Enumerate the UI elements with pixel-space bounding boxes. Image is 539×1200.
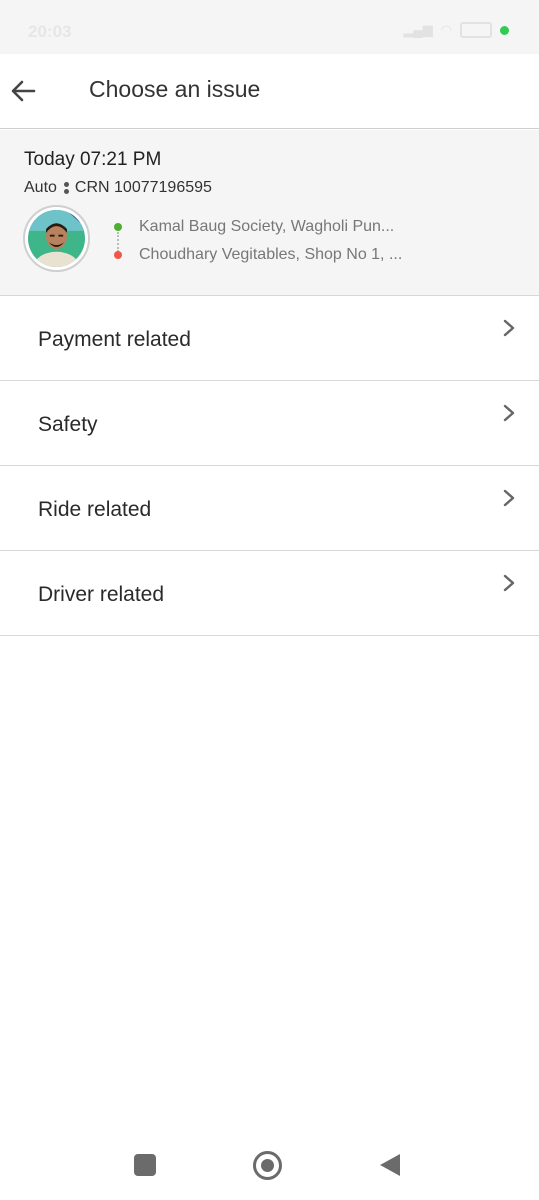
ride-summary-card: Today 07:21 PM Auto CRN 10077196595 Kama…: [0, 130, 539, 296]
recents-button[interactable]: [134, 1154, 156, 1176]
issue-label: Ride related: [38, 498, 152, 521]
issue-item-safety[interactable]: Safety: [0, 381, 539, 466]
system-nav-bar: [0, 1130, 539, 1200]
issue-item-payment[interactable]: Payment related: [0, 296, 539, 381]
status-bar: 20:03 ▂▄▆ ◠: [0, 0, 539, 54]
drop-location: Choudhary Vegitables, Shop No 1, ...: [112, 241, 402, 269]
drop-address: Choudhary Vegitables, Shop No 1, ...: [139, 246, 403, 263]
status-icons: ▂▄▆ ◠: [403, 22, 509, 38]
status-dot: [500, 25, 509, 35]
back-button[interactable]: [6, 74, 40, 108]
page-title: Choose an issue: [89, 76, 261, 102]
battery-icon: [460, 22, 492, 38]
crn-number: CRN 10077196595: [74, 179, 212, 196]
home-icon: [261, 1159, 274, 1172]
vehicle-type: Auto: [24, 179, 57, 196]
home-button[interactable]: [253, 1151, 282, 1180]
chevron-right-icon: [503, 404, 515, 422]
chevron-right-icon: [503, 319, 515, 337]
pickup-address: Kamal Baug Society, Wagholi Pun...: [139, 218, 395, 235]
status-time: 20:03: [28, 22, 72, 41]
signal-icon: ▂▄▆: [403, 22, 433, 37]
separator-dots: [63, 182, 69, 194]
drop-dot-icon: [114, 251, 122, 259]
chevron-right-icon: [503, 574, 515, 592]
issue-item-ride[interactable]: Ride related: [0, 466, 539, 551]
chevron-right-icon: [503, 489, 515, 507]
ride-meta: Auto CRN 10077196595: [24, 179, 212, 197]
issue-label: Payment related: [38, 328, 191, 351]
wifi-icon: ◠: [440, 22, 452, 37]
pickup-dot-icon: [114, 223, 122, 231]
driver-avatar: [23, 205, 90, 272]
issue-list: Payment related Safety Ride related Driv…: [0, 296, 539, 636]
app-bar: Choose an issue: [0, 54, 539, 129]
pickup-location: Kamal Baug Society, Wagholi Pun...: [112, 213, 402, 241]
issue-label: Driver related: [38, 583, 165, 606]
system-back-button[interactable]: [380, 1154, 400, 1176]
arrow-left-icon: [11, 80, 36, 102]
route-info: Kamal Baug Society, Wagholi Pun... Choud…: [112, 213, 402, 269]
ride-time: Today 07:21 PM: [24, 149, 162, 170]
issue-label: Safety: [38, 413, 98, 436]
issue-item-driver[interactable]: Driver related: [0, 551, 539, 636]
